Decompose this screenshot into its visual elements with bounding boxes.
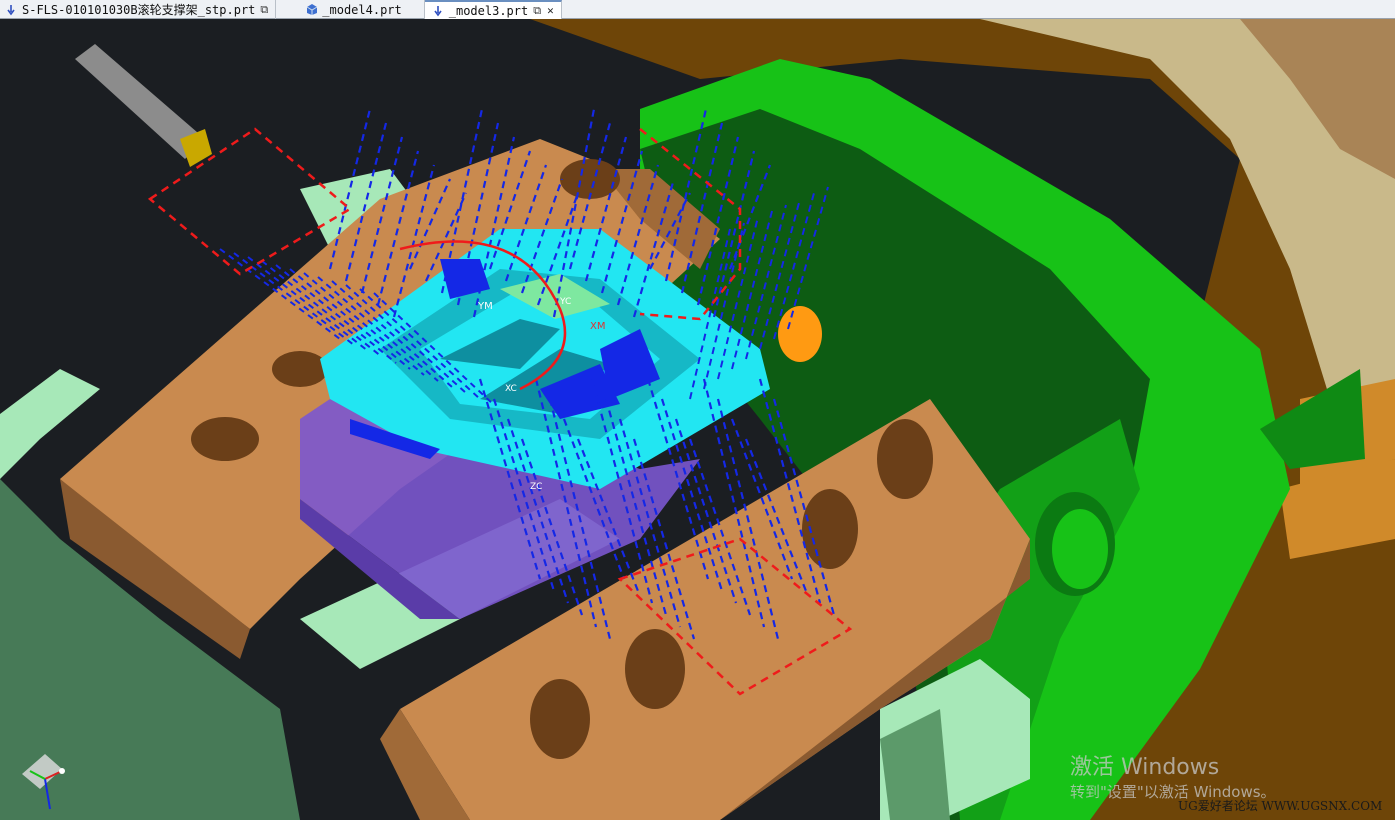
restore-tab-icon[interactable]: ⧉ [532,4,542,18]
locating-pin [778,306,822,362]
axis-label-xm: XM [590,321,605,332]
close-tab-icon[interactable]: ✕ [546,4,555,17]
tab-label: _model3.prt [448,3,529,18]
forum-watermark: UG爱好者论坛 WWW.UGSNX.COM [1178,799,1383,813]
part-arrow-icon [431,4,445,18]
part-arrow-icon [4,3,18,17]
watermark-title: 激活 Windows [1070,755,1220,780]
tab-label: _model4.prt [322,2,402,17]
file-tab-bar: S-FLS-010101030B滚轮支撑架_stp.prt ⧉ _model4.… [0,0,1395,19]
graphics-viewport[interactable]: XM YM ZC YC XC 激活 Windows 转到"设置"以激活 Wind… [0,19,1395,820]
axis-label-ym: YM [477,301,493,312]
tab-label: S-FLS-010101030B滚轮支撑架_stp.prt [22,3,256,17]
tab-model4[interactable]: _model4.prt [276,0,425,19]
part-model-icon [304,3,318,17]
activation-watermark: 激活 Windows 转到"设置"以激活 Windows。 [1070,754,1276,802]
axis-label-zc: ZC [530,482,542,492]
tab-model3[interactable]: _model3.prt ⧉ ✕ [424,0,562,19]
cam-scene: XM YM ZC YC XC [0,19,1395,820]
tab-part-file[interactable]: S-FLS-010101030B滚轮支撑架_stp.prt ⧉ [0,0,277,19]
axis-label-yc: YC [559,297,571,307]
axis-label-xc: XC [505,384,517,394]
restore-tab-icon[interactable]: ⧉ [259,3,269,17]
